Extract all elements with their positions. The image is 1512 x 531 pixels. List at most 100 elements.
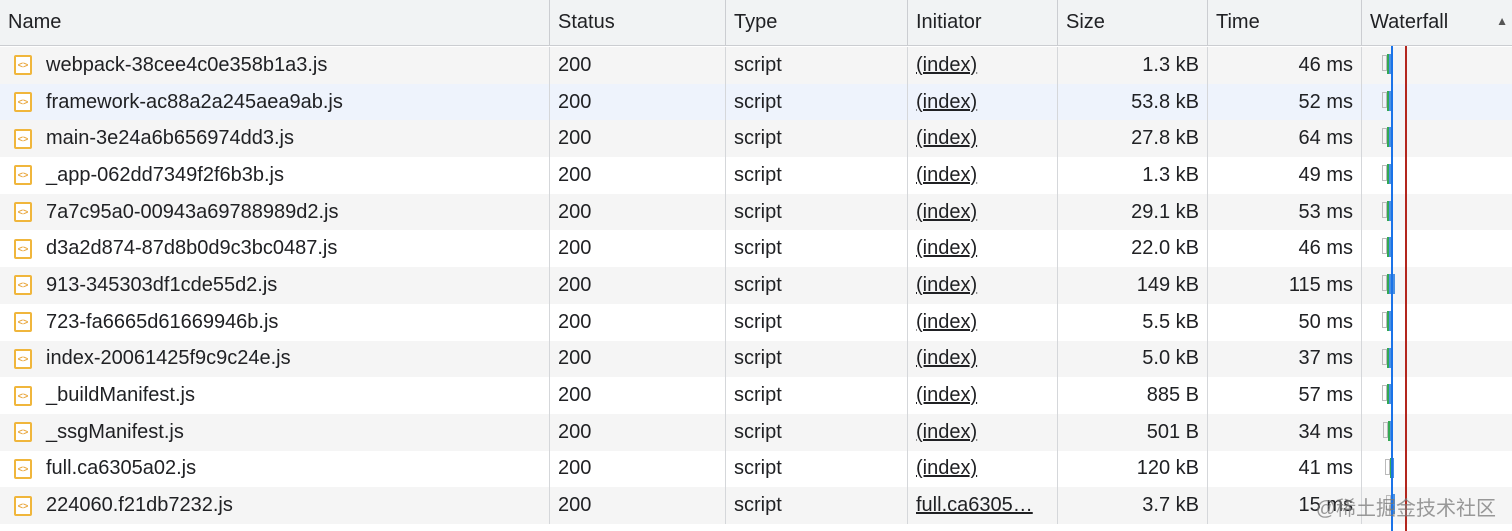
size-cell: 29.1 kB <box>1058 193 1208 231</box>
request-name: 224060.f21db7232.js <box>46 494 233 517</box>
request-name: _buildManifest.js <box>46 384 195 407</box>
waterfall-cell <box>1362 377 1512 414</box>
initiator-link[interactable]: (index) <box>908 377 1058 414</box>
initiator-link[interactable]: (index) <box>908 47 1058 84</box>
initiator-link-text[interactable]: (index) <box>916 384 977 407</box>
script-file-icon: <> <box>14 312 32 333</box>
request-name: 7a7c95a0-00943a69788989d2.js <box>46 200 339 223</box>
status-cell: 200 <box>550 487 726 524</box>
table-row[interactable]: <> 7a7c95a0-00943a69788989d2.js 200 scrip… <box>0 193 1512 231</box>
initiator-link-text[interactable]: (index) <box>916 54 977 77</box>
initiator-link[interactable]: full.ca6305… <box>908 487 1058 524</box>
initiator-link[interactable]: (index) <box>908 413 1058 451</box>
status-cell: 200 <box>550 83 726 121</box>
name-cell[interactable]: <> _buildManifest.js <box>0 377 550 414</box>
waterfall-cell <box>1362 341 1512 378</box>
initiator-link[interactable]: (index) <box>908 267 1058 304</box>
initiator-link-text[interactable]: full.ca6305… <box>916 494 1033 517</box>
column-header-waterfall[interactable]: Waterfall ▲ <box>1362 0 1512 45</box>
name-cell[interactable]: <> full.ca6305a02.js <box>0 450 550 488</box>
waterfall-cell <box>1362 84 1512 121</box>
time-cell: 53 ms <box>1208 193 1362 231</box>
initiator-link[interactable]: (index) <box>908 303 1058 341</box>
table-row[interactable]: <> full.ca6305a02.js 200 script (index) 1… <box>0 450 1512 488</box>
type-cell: script <box>726 120 908 158</box>
initiator-link-text[interactable]: (index) <box>916 311 977 334</box>
type-cell: script <box>726 267 908 304</box>
initiator-link-text[interactable]: (index) <box>916 274 977 297</box>
name-cell[interactable]: <> 723-fa6665d61669946b.js <box>0 303 550 341</box>
table-row[interactable]: <> 913-345303df1cde55d2.js 200 script (in… <box>0 267 1512 304</box>
table-row[interactable]: <> main-3e24a6b656974dd3.js 200 script (i… <box>0 120 1512 158</box>
status-cell: 200 <box>550 340 726 378</box>
initiator-link-text[interactable]: (index) <box>916 347 977 370</box>
time-cell: 64 ms <box>1208 120 1362 158</box>
initiator-link-text[interactable]: (index) <box>916 237 977 260</box>
table-row[interactable]: <> d3a2d874-87d8b0d9c3bc0487.js 200 scrip… <box>0 230 1512 268</box>
table-row[interactable]: <> index-20061425f9c9c24e.js 200 script (… <box>0 340 1512 378</box>
initiator-link[interactable]: (index) <box>908 157 1058 194</box>
name-cell[interactable]: <> framework-ac88a2a245aea9ab.js <box>0 83 550 121</box>
table-row[interactable]: <> 723-fa6665d61669946b.js 200 script (in… <box>0 303 1512 341</box>
status-cell: 200 <box>550 230 726 268</box>
initiator-link[interactable]: (index) <box>908 83 1058 121</box>
initiator-link-text[interactable]: (index) <box>916 127 977 150</box>
initiator-link[interactable]: (index) <box>908 120 1058 158</box>
status-cell: 200 <box>550 47 726 84</box>
name-cell[interactable]: <> 913-345303df1cde55d2.js <box>0 267 550 304</box>
size-cell: 5.0 kB <box>1058 340 1208 378</box>
script-file-icon: <> <box>14 275 32 296</box>
name-cell[interactable]: <> d3a2d874-87d8b0d9c3bc0487.js <box>0 230 550 268</box>
request-name: main-3e24a6b656974dd3.js <box>46 127 294 150</box>
name-cell[interactable]: <> _ssgManifest.js <box>0 413 550 451</box>
initiator-link-text[interactable]: (index) <box>916 164 977 187</box>
waterfall-cell <box>1362 304 1512 341</box>
column-header-status[interactable]: Status <box>550 0 726 45</box>
name-cell[interactable]: <> 224060.f21db7232.js <box>0 487 550 524</box>
type-cell: script <box>726 83 908 121</box>
name-cell[interactable]: <> webpack-38cee4c0e358b1a3.js <box>0 47 550 84</box>
script-file-icon: <> <box>14 92 32 113</box>
column-header-name[interactable]: Name <box>0 0 550 45</box>
request-name: _ssgManifest.js <box>46 420 184 443</box>
status-cell: 200 <box>550 157 726 194</box>
size-cell: 5.5 kB <box>1058 303 1208 341</box>
initiator-link-text[interactable]: (index) <box>916 201 977 224</box>
time-cell: 57 ms <box>1208 377 1362 414</box>
time-cell: 49 ms <box>1208 157 1362 194</box>
waterfall-cell <box>1362 414 1512 451</box>
name-cell[interactable]: <> main-3e24a6b656974dd3.js <box>0 120 550 158</box>
column-header-initiator[interactable]: Initiator <box>908 0 1058 45</box>
table-row[interactable]: <> 224060.f21db7232.js 200 script full.ca… <box>0 487 1512 524</box>
waterfall-cell <box>1362 267 1512 304</box>
time-cell: 52 ms <box>1208 83 1362 121</box>
initiator-link[interactable]: (index) <box>908 450 1058 488</box>
initiator-link-text[interactable]: (index) <box>916 421 977 444</box>
column-header-size[interactable]: Size <box>1058 0 1208 45</box>
table-row[interactable]: <> _app-062dd7349f2f6b3b.js 200 script (i… <box>0 157 1512 194</box>
name-cell[interactable]: <> 7a7c95a0-00943a69788989d2.js <box>0 193 550 231</box>
initiator-link[interactable]: (index) <box>908 230 1058 268</box>
type-cell: script <box>726 193 908 231</box>
initiator-link-text[interactable]: (index) <box>916 91 977 114</box>
waterfall-cell <box>1362 230 1512 267</box>
initiator-link[interactable]: (index) <box>908 193 1058 231</box>
name-cell[interactable]: <> index-20061425f9c9c24e.js <box>0 340 550 378</box>
script-file-icon: <> <box>14 385 32 406</box>
request-name: d3a2d874-87d8b0d9c3bc0487.js <box>46 237 338 260</box>
column-header-time[interactable]: Time <box>1208 0 1362 45</box>
waterfall-cell <box>1362 47 1512 84</box>
table-row[interactable]: <> webpack-38cee4c0e358b1a3.js 200 script… <box>0 47 1512 84</box>
column-header-type[interactable]: Type <box>726 0 908 45</box>
name-cell[interactable]: <> _app-062dd7349f2f6b3b.js <box>0 157 550 194</box>
table-row[interactable]: <> _buildManifest.js 200 script (index) 8… <box>0 377 1512 414</box>
initiator-link-text[interactable]: (index) <box>916 457 977 480</box>
sort-ascending-icon[interactable]: ▲ <box>1496 14 1508 28</box>
table-row[interactable]: <> _ssgManifest.js 200 script (index) 501… <box>0 413 1512 451</box>
table-row[interactable]: <> framework-ac88a2a245aea9ab.js 200 scri… <box>0 83 1512 121</box>
request-name: full.ca6305a02.js <box>46 457 197 480</box>
initiator-link[interactable]: (index) <box>908 340 1058 378</box>
size-cell: 885 B <box>1058 377 1208 414</box>
dom-content-loaded-line <box>1391 46 1393 531</box>
load-event-line <box>1405 46 1407 531</box>
